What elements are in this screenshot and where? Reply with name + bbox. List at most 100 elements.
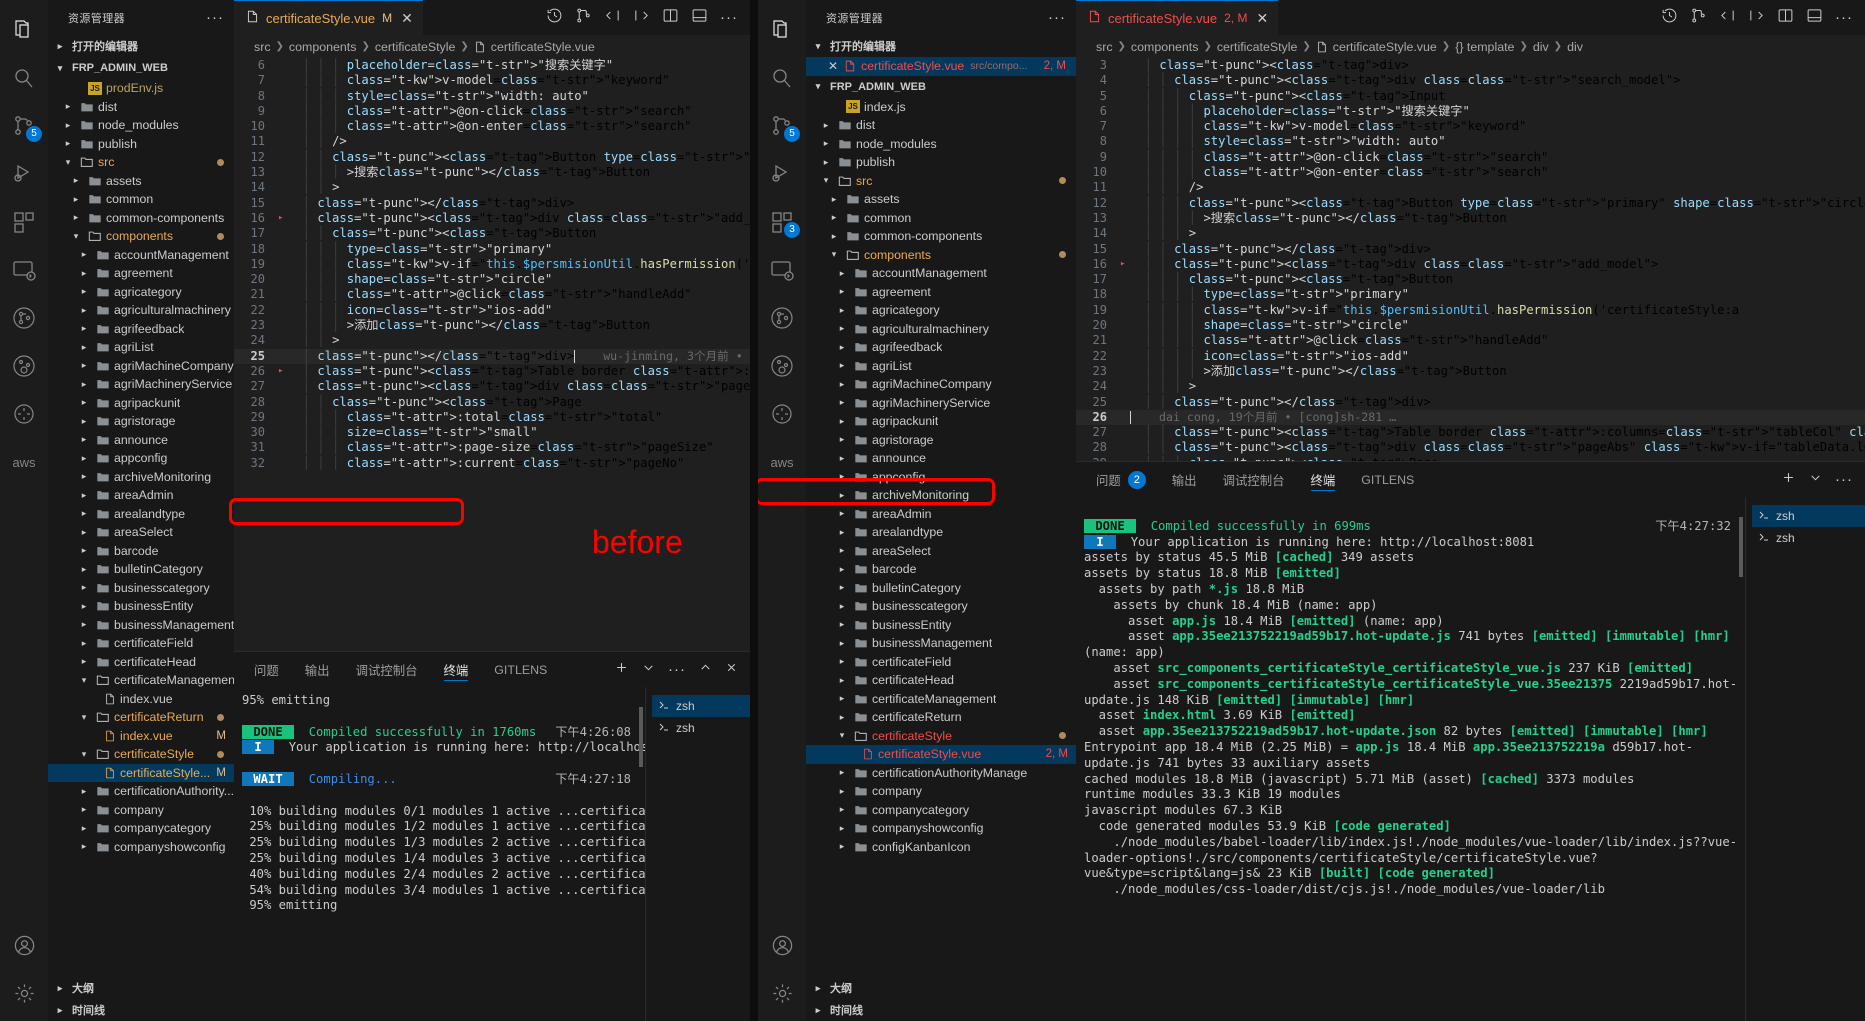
- code-line[interactable]: 26 ▸ │ class="t-punc"><class="t-tag">Tabl…: [234, 364, 750, 379]
- file-tree-left[interactable]: JS prodEnv.js ▸ dist ▸ node_modules ▸ publish ▾ s…: [48, 79, 234, 977]
- tree-item-certificatestyle-[interactable]: certificateStyle... M: [48, 763, 234, 782]
- tree-item-certificatefield[interactable]: ▸ certificateField: [48, 634, 234, 653]
- run-debug-icon[interactable]: [758, 150, 806, 198]
- terminal-output-right[interactable]: DONE Compiled successfully in 699ms 下午4:2…: [1076, 497, 1745, 1021]
- tree-item-areaadmin[interactable]: ▸ areaAdmin: [806, 505, 1076, 524]
- breadcrumb-item[interactable]: components: [1131, 40, 1199, 54]
- code-line[interactable]: 9 │ │ │ │ class="t-attr">@on-click=class…: [1076, 150, 1865, 165]
- code-line[interactable]: 17 │ │ │ class="t-punc"><class="t-tag">B…: [1076, 272, 1865, 287]
- tree-item-archivemonitoring[interactable]: ▸ archiveMonitoring: [806, 486, 1076, 505]
- gitlens-icon[interactable]: [0, 294, 48, 342]
- code-line[interactable]: 24 │ │ │ >: [1076, 379, 1865, 394]
- add-terminal-icon[interactable]: [1781, 470, 1796, 490]
- breadcrumb-item[interactable]: div: [1567, 40, 1583, 54]
- tree-item-agriculturalmachinery[interactable]: ▸ agriculturalmachinery: [806, 320, 1076, 339]
- code-line[interactable]: 27 │ class="t-punc"><class="t-tag">div c…: [234, 379, 750, 394]
- tree-item-barcode[interactable]: ▸ barcode: [806, 560, 1076, 579]
- code-line[interactable]: 16 ▸ │ class="t-punc"><class="t-tag">div …: [234, 211, 750, 226]
- tree-item-accountmanagement[interactable]: ▸ accountManagement: [48, 246, 234, 265]
- search-icon[interactable]: [0, 54, 48, 102]
- breadcrumb-item[interactable]: certificateStyle.vue: [491, 40, 595, 54]
- tree-item-agreement[interactable]: ▸ agreement: [806, 283, 1076, 302]
- code-line[interactable]: 31 │ │ │ class="t-attr">:page-size=class…: [234, 440, 750, 455]
- tree-item-arealandtype[interactable]: ▸ arealandtype: [806, 523, 1076, 542]
- source-control-icon[interactable]: 5: [0, 102, 48, 150]
- code-line[interactable]: 5 │ │ │ class="t-punc"><class="t-tag">In…: [1076, 89, 1865, 104]
- project-section-right[interactable]: ▾ FRP_ADMIN_WEB: [806, 76, 1076, 98]
- tree-item-barcode[interactable]: ▸ barcode: [48, 542, 234, 561]
- tree-item-certificatemanagement[interactable]: ▾ certificateManagement: [48, 671, 234, 690]
- tree-item-agricategory[interactable]: ▸ agricategory: [48, 283, 234, 302]
- more-icon[interactable]: ···: [720, 9, 738, 26]
- file-tree-right[interactable]: JS index.js ▸ dist ▸ node_modules ▸ publish ▾ src…: [806, 98, 1076, 978]
- code-line[interactable]: 26 dai cong, 19个月前 • [cong]sh-281 …: [1076, 409, 1865, 426]
- tree-item-agricategory[interactable]: ▸ agricategory: [806, 301, 1076, 320]
- code-line[interactable]: 8 │ │ │ │ style=class="t-str">"width: au…: [1076, 134, 1865, 149]
- terminal-scrollbar[interactable]: [1739, 517, 1743, 577]
- more-icon[interactable]: ···: [1835, 471, 1853, 489]
- terminal-output-left[interactable]: 95% emitting DONE Compiled successfully …: [234, 687, 645, 1021]
- outline-section-right[interactable]: ▸ 大纲: [806, 977, 1076, 999]
- aws-icon[interactable]: aws: [0, 438, 48, 486]
- tree-item-agriculturalmachinery[interactable]: ▸ agriculturalmachinery: [48, 301, 234, 320]
- tree-item-common-components[interactable]: ▸ common-components: [806, 227, 1076, 246]
- outline-section-left[interactable]: ▸ 大纲: [48, 977, 234, 999]
- tree-item-agrimachineryservice[interactable]: ▸ agriMachineryService: [806, 394, 1076, 413]
- tree-item-dist[interactable]: ▸ dist: [806, 116, 1076, 135]
- tree-item-businessmanagement[interactable]: ▸ businessManagement: [48, 616, 234, 635]
- panel-tab-输出[interactable]: 输出: [1172, 462, 1197, 497]
- accounts-icon[interactable]: [758, 921, 806, 969]
- tree-item-areaadmin[interactable]: ▸ areaAdmin: [48, 486, 234, 505]
- tree-item-agristorage[interactable]: ▸ agristorage: [48, 412, 234, 431]
- code-line[interactable]: 27 │ │ class="t-punc"><class="t-tag">Tab…: [1076, 425, 1865, 440]
- code-line[interactable]: 22 │ │ │ │ icon=class="t-str">"ios-add": [1076, 349, 1865, 364]
- tree-item-bulletincategory[interactable]: ▸ bulletinCategory: [48, 560, 234, 579]
- code-line[interactable]: 15 │ class="t-punc"></class="t-tag">div>: [234, 196, 750, 211]
- panel-tab-GITLENS[interactable]: GITLENS: [1361, 462, 1414, 497]
- layout-icon[interactable]: [1777, 7, 1794, 29]
- history-icon[interactable]: [1661, 7, 1678, 29]
- tree-item-prodenv-js[interactable]: JS prodEnv.js: [48, 79, 234, 98]
- tree-item-arealandtype[interactable]: ▸ arealandtype: [48, 505, 234, 524]
- close-icon[interactable]: ✕: [401, 10, 413, 27]
- project-section-left[interactable]: ▾ FRP_ADMIN_WEB: [48, 57, 234, 79]
- tree-item-common-components[interactable]: ▸ common-components: [48, 209, 234, 228]
- panel-icon[interactable]: [1806, 7, 1823, 29]
- open-editor-item[interactable]: ✕ certificateStyle.vue src/compo... 2, M: [806, 57, 1076, 76]
- breadcrumb-item[interactable]: div: [1533, 40, 1549, 54]
- terminal-list-right[interactable]: zsh zsh: [1745, 497, 1865, 1021]
- tab-certificateStyle-vue[interactable]: certificateStyle.vue 2, M ✕: [1076, 0, 1279, 35]
- split-right-icon[interactable]: [633, 7, 650, 29]
- tree-item-certificatehead[interactable]: ▸ certificateHead: [806, 671, 1076, 690]
- tree-item-companycategory[interactable]: ▸ companycategory: [48, 819, 234, 838]
- chevron-down-icon[interactable]: [642, 661, 655, 679]
- tree-item-assets[interactable]: ▸ assets: [806, 190, 1076, 209]
- tree-item-agripackunit[interactable]: ▸ agripackunit: [48, 394, 234, 413]
- panel-tab-问题[interactable]: 问题: [254, 652, 279, 687]
- settings-sync-icon[interactable]: [0, 390, 48, 438]
- tree-item-agristorage[interactable]: ▸ agristorage: [806, 431, 1076, 450]
- tree-item-agrimachinecompany[interactable]: ▸ agriMachineCompany: [806, 375, 1076, 394]
- layout-icon[interactable]: [662, 7, 679, 29]
- tree-item-index-vue[interactable]: index.vue M: [48, 727, 234, 746]
- tree-item-areaselect[interactable]: ▸ areaSelect: [806, 542, 1076, 561]
- search-icon[interactable]: [758, 54, 806, 102]
- tree-item-assets[interactable]: ▸ assets: [48, 172, 234, 191]
- terminal-list-item[interactable]: zsh: [1752, 527, 1865, 549]
- more-icon[interactable]: ···: [668, 661, 686, 679]
- tree-item-businessmanagement[interactable]: ▸ businessManagement: [806, 634, 1076, 653]
- code-line[interactable]: 24 │ │ >: [234, 333, 750, 348]
- terminal-list-item[interactable]: zsh: [652, 695, 750, 717]
- split-left-icon[interactable]: [1719, 7, 1736, 29]
- code-line[interactable]: 30 │ │ │ size=class="t-str">"small": [234, 425, 750, 440]
- tree-item-configkanbanicon[interactable]: ▸ configKanbanIcon: [806, 838, 1076, 857]
- code-line[interactable]: 12 │ │ │ class="t-punc"><class="t-tag">B…: [1076, 196, 1865, 211]
- tree-item-components[interactable]: ▾ components: [48, 227, 234, 246]
- breadcrumb-item[interactable]: certificateStyle: [375, 40, 456, 54]
- code-line[interactable]: 23 │ │ │ │ >添加class="t-punc"></class="t-…: [1076, 364, 1865, 379]
- code-line[interactable]: 14 │ │ >: [234, 180, 750, 195]
- more-icon[interactable]: ···: [1835, 9, 1853, 26]
- gitlens-inspect-icon[interactable]: [758, 342, 806, 390]
- tree-item-agripackunit[interactable]: ▸ agripackunit: [806, 412, 1076, 431]
- code-line[interactable]: 7 │ │ │ class="t-kw">v-model=class="t-st…: [234, 73, 750, 88]
